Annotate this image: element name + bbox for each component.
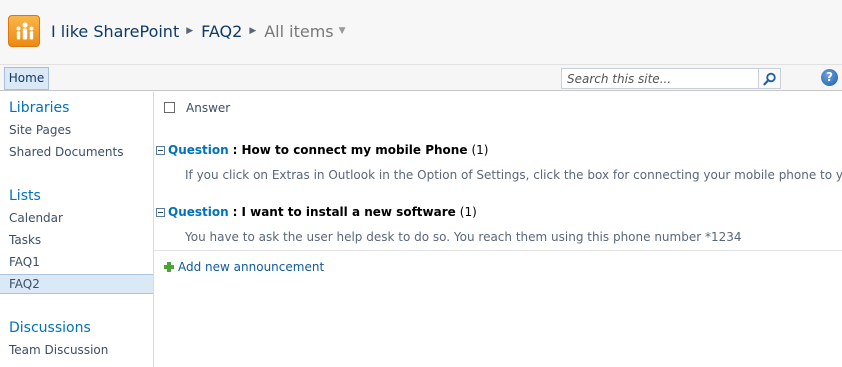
divider [154, 250, 842, 251]
nav-item-team-discussion[interactable]: Team Discussion [0, 340, 153, 360]
nav-item-faq2[interactable]: FAQ2 [0, 274, 153, 294]
nav-header-lists[interactable]: Lists [9, 188, 41, 204]
nav-item-shared-documents[interactable]: Shared Documents [0, 142, 153, 162]
breadcrumb-separator-icon: ▶ [186, 26, 194, 36]
group-value: I want to install a new software [241, 205, 456, 219]
nav-item-site-pages[interactable]: Site Pages [0, 120, 153, 140]
group-field-name: Question [168, 143, 229, 157]
nav-header-libraries[interactable]: Libraries [9, 100, 69, 116]
group-header[interactable]: Question : How to connect my mobile Phon… [156, 142, 488, 158]
title-area: I like SharePoint ▶ FAQ2 ▶ All items ▼ [0, 0, 842, 64]
nav-header-discussions[interactable]: Discussions [9, 320, 91, 336]
nav-item-calendar[interactable]: Calendar [0, 208, 153, 228]
breadcrumb-list-name[interactable]: FAQ2 [201, 22, 242, 41]
breadcrumb-separator-icon: ▶ [249, 26, 257, 36]
add-new-announcement-label[interactable]: Add new announcement [178, 260, 324, 274]
search-input[interactable] [561, 68, 759, 89]
plus-icon [164, 262, 174, 272]
site-logo-icon[interactable] [8, 15, 40, 47]
nav-item-tasks[interactable]: Tasks [0, 230, 153, 250]
collapse-icon[interactable] [156, 145, 165, 155]
top-nav-bar: Home [0, 64, 842, 91]
group-field-name: Question [168, 205, 229, 219]
chevron-down-icon[interactable]: ▼ [339, 26, 346, 36]
search-icon [763, 72, 776, 86]
view-selector[interactable]: All items [264, 22, 333, 41]
search-button[interactable] [759, 68, 781, 89]
group-value: How to connect my mobile Phone [241, 143, 468, 157]
breadcrumb-site-title[interactable]: I like SharePoint [51, 22, 179, 41]
help-icon[interactable]: ? [821, 69, 838, 86]
group-separator: : [232, 143, 238, 157]
quick-launch: Libraries Site Pages Shared Documents Li… [0, 92, 154, 367]
list-view: Answer Question : How to connect my mobi… [154, 92, 842, 367]
breadcrumb: I like SharePoint ▶ FAQ2 ▶ All items ▼ [51, 20, 346, 42]
group-count: (1) [471, 143, 489, 157]
nav-item-faq1[interactable]: FAQ1 [0, 252, 153, 272]
list-item-answer[interactable]: If you click on Extras in Outlook in the… [185, 168, 842, 182]
tab-home[interactable]: Home [4, 67, 49, 90]
list-item-answer[interactable]: You have to ask the user help desk to do… [185, 230, 742, 244]
group-count: (1) [459, 205, 477, 219]
select-all-checkbox[interactable] [164, 102, 175, 113]
column-header-answer[interactable]: Answer [186, 101, 230, 115]
add-new-announcement-link[interactable]: Add new announcement [164, 260, 324, 274]
group-separator: : [232, 205, 238, 219]
collapse-icon[interactable] [156, 207, 165, 217]
group-header[interactable]: Question : I want to install a new softw… [156, 204, 477, 220]
